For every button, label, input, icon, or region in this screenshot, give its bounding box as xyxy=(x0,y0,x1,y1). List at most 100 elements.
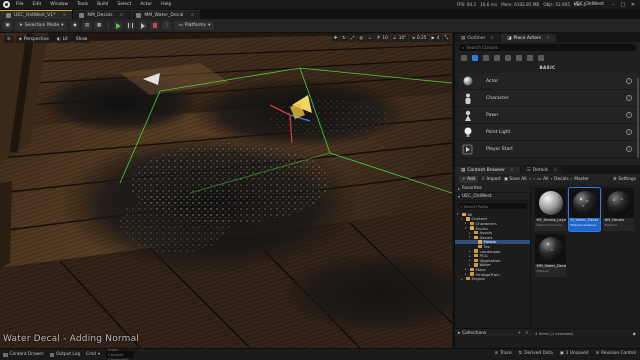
cinematic-icon[interactable] xyxy=(505,55,511,61)
asset-tile[interactable]: NM_Decals Material xyxy=(603,188,634,231)
close-icon[interactable]: × xyxy=(510,168,514,173)
tab-place-actors[interactable]: ◪ Place Actors × xyxy=(501,34,556,42)
unreal-logo-icon[interactable] xyxy=(3,1,10,8)
actor-item-character[interactable]: Character ? xyxy=(459,90,638,107)
close-icon[interactable]: × xyxy=(490,36,494,41)
tab-level[interactable]: UEC_OldWest_V1* × xyxy=(0,10,73,19)
forward-icon[interactable]: › xyxy=(533,177,535,182)
trace-button[interactable]: ≋ Trace xyxy=(495,351,512,356)
menu-window[interactable]: Window xyxy=(50,2,68,7)
tree-item-engine[interactable]: ▸ Engine xyxy=(455,276,530,281)
lit-button[interactable]: ◐ Lit xyxy=(53,36,71,43)
tab-content-browser[interactable]: ▤ Content Browser × xyxy=(455,166,520,174)
sequencer-button[interactable]: ▦ xyxy=(94,21,104,30)
actor-item-actor[interactable]: Actor ? xyxy=(459,73,638,90)
play-options-button[interactable]: ⋮ xyxy=(162,21,172,30)
actor-item-player-start[interactable]: Player Start ? xyxy=(459,141,638,158)
actor-item-point-light[interactable]: Point Light ? xyxy=(459,124,638,141)
asset-tile[interactable]: MF_Decals_Layer Material Function xyxy=(535,188,566,231)
surface-snap-button[interactable]: ⊥ xyxy=(366,35,374,42)
tab-details[interactable]: ☰ Details × xyxy=(520,166,564,174)
back-icon[interactable]: ‹ xyxy=(530,177,532,182)
project-section[interactable]: ▾ UEC_OldWest xyxy=(455,193,530,201)
viewport-menu-button[interactable]: ≡ xyxy=(4,36,14,43)
scale-tool-button[interactable]: ⤢ xyxy=(348,35,357,42)
search-icon[interactable]: ⌕ xyxy=(526,330,528,336)
rotation-snap-button[interactable]: ∠ 10° xyxy=(390,35,409,42)
content-button[interactable]: ◆ xyxy=(70,21,80,30)
close-icon[interactable]: × xyxy=(190,13,194,18)
save-all-button[interactable]: ▣ Save All xyxy=(504,177,527,182)
save-button[interactable]: ▣ xyxy=(3,21,12,30)
add-button[interactable]: + Add xyxy=(459,176,479,183)
scale-snap-button[interactable]: ⇲ 0.25 xyxy=(409,35,429,42)
shapes-icon[interactable] xyxy=(494,55,500,61)
menu-build[interactable]: Build xyxy=(97,2,108,7)
asset-tile[interactable]: MM_Water_Decal Material xyxy=(535,234,566,277)
menu-actor[interactable]: Actor xyxy=(140,2,152,7)
menu-select[interactable]: Select xyxy=(117,2,131,7)
breadcrumb-all[interactable]: All xyxy=(543,177,548,182)
content-drawer-button[interactable]: Content Drawer xyxy=(3,352,44,357)
recent-icon[interactable] xyxy=(461,55,467,61)
view-options-icon[interactable]: ◉ xyxy=(633,331,636,336)
all-classes-icon[interactable] xyxy=(538,55,544,61)
help-icon[interactable]: ? xyxy=(626,78,632,84)
breadcrumb-master[interactable]: Master xyxy=(574,177,589,182)
blueprint-button[interactable]: ▤ xyxy=(82,21,92,30)
step-button[interactable] xyxy=(138,21,148,30)
collections-section[interactable]: ▸ Collections + ⌕ xyxy=(455,328,531,337)
close-icon[interactable]: ✕ xyxy=(628,0,638,9)
close-icon[interactable]: × xyxy=(63,13,67,18)
lights-icon[interactable] xyxy=(483,55,489,61)
revision-control-button[interactable]: ⊘ Revision Control xyxy=(596,351,636,356)
grid-snap-button[interactable]: # 10 xyxy=(374,35,390,42)
selection-mode-button[interactable]: ➤ Selection Mode ▾ xyxy=(15,21,68,30)
help-icon[interactable]: ? xyxy=(626,129,632,135)
visual-effects-icon[interactable] xyxy=(516,55,522,61)
output-log-button[interactable]: Output Log xyxy=(49,352,80,357)
close-icon[interactable]: × xyxy=(546,36,550,41)
asset-tile[interactable]: M_Water_Decal Material Instance xyxy=(568,187,601,232)
show-button[interactable]: Show xyxy=(72,36,91,43)
translate-tool-button[interactable]: ✥ xyxy=(331,35,340,42)
maximize-viewport-button[interactable]: ⤡ xyxy=(442,35,450,42)
menu-help[interactable]: Help xyxy=(161,2,171,7)
perspective-button[interactable]: ◈ Perspective xyxy=(15,36,52,43)
platforms-button[interactable]: ▭ Platforms ▾ xyxy=(174,21,215,30)
unsaved-button[interactable]: ▣ 1 Unsaved xyxy=(560,351,589,356)
basic-icon[interactable] xyxy=(472,55,478,61)
console-command-input[interactable]: Enter Console Command xyxy=(106,347,135,360)
import-button[interactable]: ⇩ Import xyxy=(481,177,500,182)
menu-edit[interactable]: Edit xyxy=(33,2,42,7)
cmd-selector[interactable]: Cmd ▾ xyxy=(86,352,100,357)
level-viewport[interactable]: ≡ ◈ Perspective ◐ Lit Show ✥ ↻ ⤢ ◍ ⊥ # 1… xyxy=(0,33,452,348)
menu-file[interactable]: File xyxy=(16,2,24,7)
search-paths-input[interactable]: ⌕ Search Paths xyxy=(458,203,527,209)
close-icon[interactable]: × xyxy=(119,13,123,18)
add-collection-icon[interactable]: + xyxy=(517,331,521,336)
play-button[interactable] xyxy=(114,21,124,30)
help-icon[interactable]: ? xyxy=(626,146,632,152)
derived-data-button[interactable]: ⇅ Derived Data xyxy=(519,351,553,356)
world-local-button[interactable]: ◍ xyxy=(357,35,366,42)
pause-button[interactable] xyxy=(126,21,136,30)
actor-item-pawn[interactable]: Pawn ? xyxy=(459,107,638,124)
close-icon[interactable]: × xyxy=(553,168,557,173)
tab-nm-decals[interactable]: NM_Decals × xyxy=(73,10,130,19)
favorites-section[interactable]: ▸ Favorites xyxy=(455,185,530,193)
help-icon[interactable]: ? xyxy=(626,95,632,101)
place-actors-scrollbar[interactable] xyxy=(637,78,639,158)
rotate-tool-button[interactable]: ↻ xyxy=(340,35,348,42)
tab-outliner[interactable]: ▤ Outliner × xyxy=(455,34,501,42)
breadcrumb-decals[interactable]: Decals xyxy=(554,177,568,182)
menu-tools[interactable]: Tools xyxy=(77,2,88,7)
volumes-icon[interactable] xyxy=(527,55,533,61)
stop-button[interactable] xyxy=(150,21,160,30)
camera-speed-button[interactable]: ▶ 4 xyxy=(429,35,442,42)
settings-button[interactable]: ⚙ Settings xyxy=(613,177,636,182)
search-classes-input[interactable]: ⌕ Search Classes xyxy=(459,44,636,51)
tab-mm-water-decal[interactable]: MM_Water_Decal × xyxy=(130,10,201,19)
maximize-icon[interactable]: □ xyxy=(618,0,628,9)
help-icon[interactable]: ? xyxy=(626,112,632,118)
